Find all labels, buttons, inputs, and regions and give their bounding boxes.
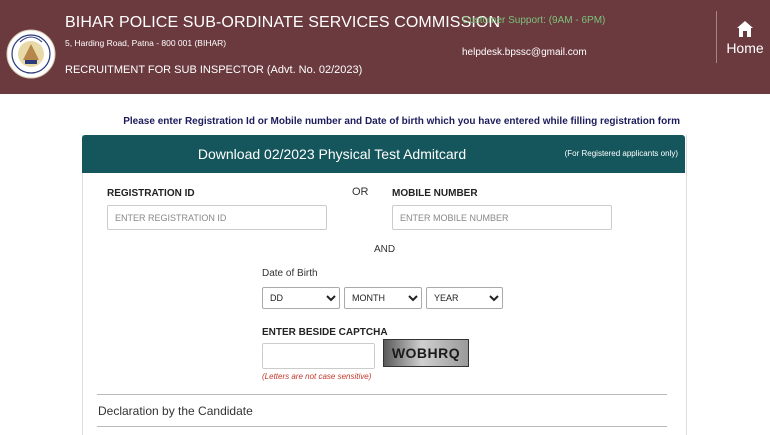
or-separator: OR [352,186,369,198]
customer-support: Customer Support: (9AM - 6PM) [462,15,606,26]
mobile-number-label: MOBILE NUMBER [392,188,478,199]
captcha-note: (Letters are not case sensitive) [262,372,372,381]
mobile-number-input[interactable] [392,205,612,230]
instruction-text: Please enter Registration Id or Mobile n… [123,116,680,127]
home-label: Home [726,40,764,56]
home-button[interactable]: Home [725,20,765,62]
panel-note: (For Registered applicants only) [564,149,678,158]
registration-id-label: REGISTRATION ID [107,188,195,199]
home-icon [737,21,753,37]
commission-address: 5, Harding Road, Patna - 800 001 (BIHAR) [65,38,227,48]
bpssc-logo-icon [6,29,56,79]
registration-id-input[interactable] [107,205,327,230]
section-divider [97,394,667,395]
captcha-input[interactable] [262,343,375,369]
recruitment-title: RECRUITMENT FOR SUB INSPECTOR (Advt. No.… [65,64,363,76]
and-separator: AND [374,244,396,255]
header-divider [716,11,717,63]
helpdesk-email[interactable]: helpdesk.bpssc@gmail.com [462,47,587,58]
section-divider-bottom [97,426,667,427]
dob-day-select[interactable]: DD [262,287,340,309]
panel-title: Download 02/2023 Physical Test Admitcard [197,146,467,162]
dob-label: Date of Birth [262,268,318,279]
commission-title: BIHAR POLICE SUB-ORDINATE SERVICES COMMI… [65,14,501,31]
admitcard-form-panel [82,135,687,435]
dob-month-select[interactable]: MONTH [344,287,422,309]
site-header: BIHAR POLICE SUB-ORDINATE SERVICES COMMI… [0,0,770,94]
admitcard-panel-header: Download 02/2023 Physical Test Admitcard… [82,135,685,173]
dob-year-select[interactable]: YEAR [426,287,503,309]
captcha-label: ENTER BESIDE CAPTCHA [262,327,388,338]
declaration-heading: Declaration by the Candidate [98,404,253,418]
captcha-image: WOBHRQ [383,339,469,367]
